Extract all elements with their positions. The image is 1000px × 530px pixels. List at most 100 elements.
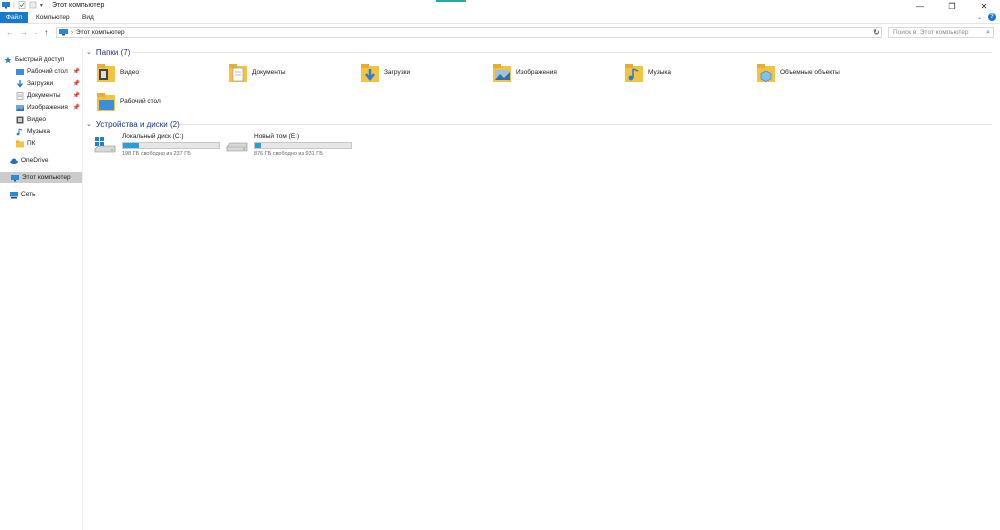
sidebar-item-onedrive[interactable]: OneDrive — [10, 155, 80, 166]
sidebar-item-label: OneDrive — [21, 157, 49, 164]
help-icon[interactable]: ? — [988, 13, 996, 21]
tab-view[interactable]: Вид — [76, 12, 100, 23]
close-icon[interactable]: ✕ — [968, 0, 1000, 12]
properties-icon[interactable] — [18, 1, 26, 9]
group-header-folders[interactable]: ⌄ Папки (7) — [86, 47, 130, 57]
group-title: Устройства и диски (2) — [95, 119, 180, 129]
drive-item-c[interactable]: Локальный диск (C:) 198 ГБ свободно из 2… — [94, 133, 220, 157]
title-accent — [436, 0, 466, 2]
desktop-folder-icon — [97, 93, 115, 111]
group-title: Папки (7) — [95, 47, 131, 57]
folder-item-video[interactable]: Видео — [96, 63, 139, 83]
group-divider — [180, 124, 992, 125]
forward-icon[interactable]: → — [20, 28, 28, 37]
folder-item-music[interactable]: Музыка — [624, 63, 671, 83]
pin-icon: 📌 — [72, 81, 80, 87]
video-icon — [16, 116, 24, 123]
sidebar-item-network[interactable]: Сеть — [10, 189, 80, 200]
hard-drive-icon — [226, 142, 248, 152]
folder-label: Документы — [252, 69, 286, 76]
drive-name: Новый том (E:) — [254, 133, 300, 140]
drive-usage-fill — [123, 143, 139, 148]
sidebar-item-this-pc[interactable]: Этот компьютер — [0, 172, 82, 183]
sidebar-item-label: Рабочий стол — [27, 68, 68, 75]
quick-access-toolbar: | ▾ — [2, 1, 43, 9]
recent-dropdown-icon[interactable]: ⌄ — [34, 30, 38, 36]
window-title: Этот компьютер — [52, 2, 105, 9]
computer-app-icon — [2, 2, 10, 9]
folder-label: Музыка — [648, 69, 671, 76]
pictures-icon — [16, 104, 24, 111]
drive-item-e[interactable]: Новый том (E:) 876 ГБ свободно из 931 ГБ — [226, 133, 352, 157]
expand-ribbon-icon[interactable]: ⌄ — [977, 14, 982, 21]
cloud-icon — [10, 158, 18, 164]
sidebar-item-label: Документы — [27, 92, 61, 99]
folder-item-3d-objects[interactable]: Объемные объекты — [756, 63, 840, 83]
video-folder-icon — [97, 64, 115, 82]
sidebar-item-downloads[interactable]: Загрузки 📌 — [16, 78, 80, 89]
search-input[interactable]: Поиск в: Этот компьютер ⌕ — [888, 27, 994, 38]
qa-customize-icon[interactable]: ▾ — [40, 2, 43, 9]
sidebar-item-desktop[interactable]: Рабочий стол 📌 — [16, 66, 80, 77]
group-divider — [132, 52, 992, 53]
breadcrumb-current[interactable]: Этот компьютер — [76, 29, 125, 36]
pin-icon: 📌 — [72, 105, 80, 111]
address-row: ← → ⌄ ↑ › Этот компьютер ⌄ ↻ Поиск в: Эт… — [0, 27, 1000, 39]
folder-label: Рабочий стол — [120, 98, 161, 105]
qa-separator: | — [13, 1, 15, 9]
folder-item-downloads[interactable]: Загрузки — [360, 63, 410, 83]
back-icon[interactable]: ← — [6, 28, 14, 37]
drive-free-space: 876 ГБ свободно из 931 ГБ — [254, 151, 323, 157]
pictures-folder-icon — [493, 64, 511, 82]
sidebar-item-documents[interactable]: Документы 📌 — [16, 90, 80, 101]
pin-icon: 📌 — [72, 69, 80, 75]
drive-info: Новый том (E:) 876 ГБ свободно из 931 ГБ — [254, 133, 352, 157]
chevron-down-icon: ⌄ — [86, 49, 92, 56]
folder-label: Видео — [120, 69, 139, 76]
documents-folder-icon — [229, 64, 247, 82]
drive-name: Локальный диск (C:) — [122, 133, 184, 140]
refresh-icon[interactable]: ↻ — [873, 28, 880, 37]
folder-label: Загрузки — [384, 69, 411, 76]
download-icon — [16, 79, 24, 88]
sidebar-item-label: Загрузки — [27, 80, 54, 87]
sidebar-item-music[interactable]: Музыка — [16, 126, 80, 137]
title-bar: | ▾ Этот компьютер — ❐ ✕ — [0, 0, 1000, 12]
sidebar-item-label: Видео — [27, 116, 46, 123]
3d-objects-folder-icon — [757, 64, 775, 82]
sidebar-item-video[interactable]: Видео — [16, 114, 80, 125]
folder-label: Изображения — [516, 69, 557, 76]
sidebar-item-pictures[interactable]: Изображения 📌 — [16, 102, 80, 113]
new-folder-icon[interactable] — [29, 1, 37, 9]
sidebar-item-label: Музыка — [27, 128, 50, 135]
folder-item-pictures[interactable]: Изображения — [492, 63, 557, 83]
pin-icon: 📌 — [72, 93, 80, 99]
minimize-icon[interactable]: — — [904, 0, 936, 12]
folder-label: Объемные объекты — [780, 69, 840, 76]
search-icon: ⌕ — [986, 29, 990, 36]
group-header-drives[interactable]: ⌄ Устройства и диски (2) — [86, 119, 180, 129]
tab-computer[interactable]: Компьютер — [30, 12, 76, 23]
folder-item-desktop[interactable]: Рабочий стол — [96, 92, 161, 112]
tab-file[interactable]: Файл — [0, 12, 28, 23]
sidebar-item-label: ПК — [27, 140, 36, 147]
sidebar-item-quick-access[interactable]: Быстрый доступ — [4, 54, 76, 65]
navigation-pane: Быстрый доступ Рабочий стол 📌 Загрузки 📌… — [0, 48, 83, 530]
chevron-down-icon: ⌄ — [86, 121, 92, 128]
sidebar-item-pk[interactable]: ПК — [16, 138, 80, 149]
sidebar-item-label: Сеть — [21, 191, 36, 198]
up-icon[interactable]: ↑ — [44, 28, 48, 37]
drive-usage-fill — [255, 143, 261, 148]
folder-item-documents[interactable]: Документы — [228, 63, 286, 83]
address-bar[interactable]: › Этот компьютер ⌄ — [56, 27, 882, 38]
documents-icon — [16, 91, 24, 100]
music-folder-icon — [625, 64, 643, 82]
sidebar-item-label: Изображения — [27, 104, 68, 111]
search-placeholder: Поиск в: Этот компьютер — [893, 29, 969, 36]
sidebar-item-label: Быстрый доступ — [15, 56, 65, 63]
navigation-buttons: ← → ⌄ ↑ — [6, 28, 48, 37]
drive-usage-bar — [254, 142, 352, 149]
maximize-icon[interactable]: ❐ — [936, 0, 968, 12]
drive-info: Локальный диск (C:) 198 ГБ свободно из 2… — [122, 133, 220, 157]
music-icon — [16, 128, 23, 135]
